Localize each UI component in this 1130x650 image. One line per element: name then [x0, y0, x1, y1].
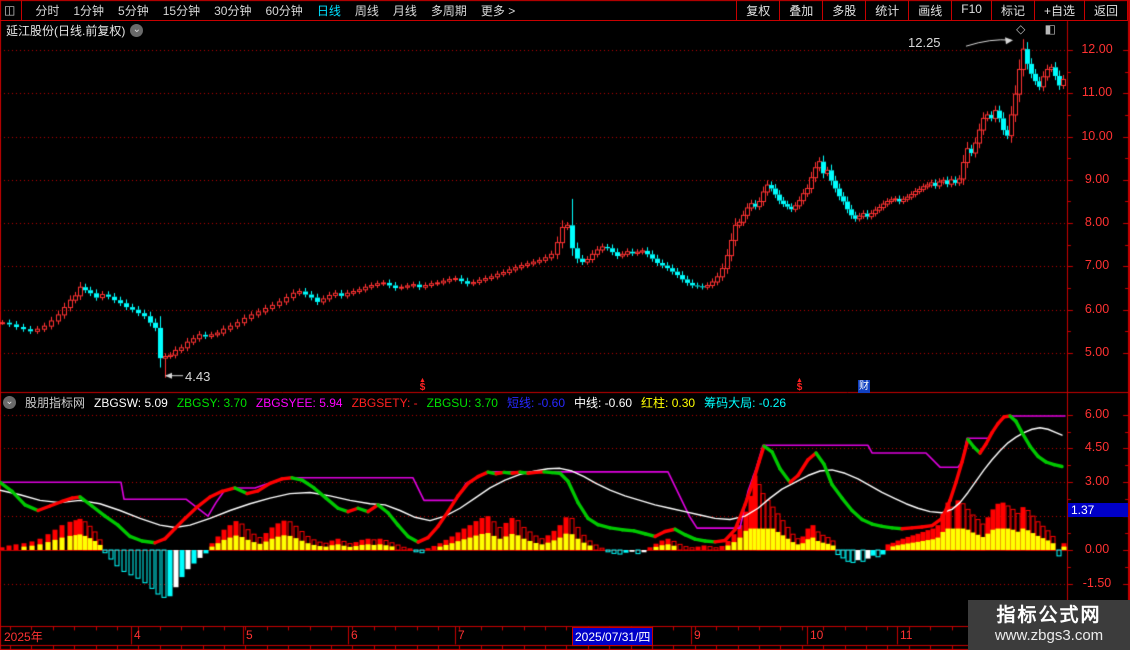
- price-axis-label: 6.00: [1084, 301, 1110, 316]
- price-axis-label: 12.00: [1081, 42, 1113, 56]
- indicator-value: 中线: -0.60: [574, 396, 633, 410]
- indicator-axis-label: 6.00: [1084, 406, 1110, 421]
- indicator-value: 短线: -0.60: [506, 396, 566, 410]
- indicator-value: 红柱: 0.30: [641, 396, 696, 410]
- watermark-title: 指标公式网: [996, 605, 1102, 626]
- indicator-axis-label: -1.50: [1082, 575, 1112, 590]
- date-axis-label: 10: [810, 628, 824, 642]
- chart-title-bar: 延江股份(日线.前复权) ⌄: [6, 22, 144, 39]
- layout-icon[interactable]: ◫: [0, 3, 21, 17]
- date-axis: 2025年 4 5 6 7 2025/07/31/四 9 10 11: [0, 627, 968, 646]
- period-tab-15分钟[interactable]: 15分钟: [156, 2, 207, 19]
- price-axis-label: 8.00: [1084, 215, 1110, 230]
- indicator-axis-label: 3.00: [1084, 474, 1110, 489]
- selected-date-label: 2025/07/31/四: [572, 627, 654, 646]
- watermark-box: 指标公式网 www.zbgs3.com: [968, 600, 1130, 650]
- collapse-icon[interactable]: ⌄: [3, 396, 16, 409]
- period-tab-5分钟[interactable]: 5分钟: [111, 2, 156, 19]
- indicator-axis-label: 4.50: [1084, 440, 1110, 455]
- indicator-value: ZBGSU: 3.70: [426, 395, 498, 410]
- price-axis-label: 10.00: [1081, 128, 1113, 143]
- period-menu: 分时 1分钟 5分钟 15分钟 30分钟 60分钟 日线 周线 月线 多周期 更多 ˃: [21, 0, 522, 20]
- date-axis-label: 2025年: [4, 630, 43, 644]
- menu-叠加[interactable]: 叠加: [780, 0, 824, 20]
- menu-+自选[interactable]: +自选: [1035, 0, 1085, 20]
- menu-F10[interactable]: F10: [952, 0, 992, 20]
- menu-标记[interactable]: 标记: [992, 0, 1035, 20]
- low-price-annotation: 4.43: [185, 368, 211, 384]
- price-axis-label: 9.00: [1084, 171, 1110, 186]
- menu-返回[interactable]: 返回: [1085, 0, 1128, 20]
- indicator-brand: 股朋指标网: [25, 396, 86, 410]
- period-tab-多周期[interactable]: 多周期: [424, 2, 474, 19]
- indicator-value: ZBGSW: 5.09: [94, 395, 168, 410]
- period-tab-周线[interactable]: 周线: [348, 2, 386, 19]
- chevron-down-icon[interactable]: ⌄: [130, 24, 144, 37]
- price-axis-label: 5.00: [1084, 344, 1110, 359]
- chart-canvas[interactable]: [0, 0, 1130, 650]
- period-tab-月线[interactable]: 月线: [386, 2, 424, 19]
- watermark-url: www.zbgs3.com: [994, 627, 1104, 644]
- menu-画线[interactable]: 画线: [909, 0, 953, 20]
- latest-value-tag: 1.37: [1068, 503, 1128, 518]
- price-axis-label: 11.00: [1081, 85, 1113, 100]
- top-menu-bar: ◫ 分时 1分钟 5分钟 15分钟 30分钟 60分钟 日线 周线 月线 多周期 更多 ˃ 复权 叠加…: [0, 0, 1128, 21]
- menu-多股[interactable]: 多股: [823, 0, 867, 20]
- indicator-value: 筹码大局: -0.26: [704, 396, 787, 410]
- menu-复权[interactable]: 复权: [737, 0, 781, 20]
- high-price-annotation: 12.25: [908, 35, 941, 51]
- period-tab-1分钟[interactable]: 1分钟: [66, 2, 111, 19]
- period-tab-更多 ˃[interactable]: 更多 ˃: [474, 2, 522, 19]
- date-axis-label: 7: [458, 628, 465, 642]
- period-tab-分时[interactable]: 分时: [28, 2, 66, 19]
- date-axis-label: 11: [900, 628, 913, 642]
- period-tab-30分钟[interactable]: 30分钟: [207, 2, 258, 19]
- indicator-value: ZBGSETY: -: [351, 395, 418, 410]
- app-window: ◫ 分时 1分钟 5分钟 15分钟 30分钟 60分钟 日线 周线 月线 多周期 更多 ˃ 复权 叠加…: [0, 0, 1130, 650]
- date-axis-label: 9: [694, 628, 701, 642]
- price-axis-label: 7.00: [1084, 258, 1110, 273]
- menu-统计[interactable]: 统计: [866, 0, 910, 20]
- indicator-value: ZBGSYEE: 5.94: [255, 395, 343, 410]
- stock-title: 延江股份(日线.前复权): [6, 24, 126, 38]
- date-axis-label: 4: [134, 628, 141, 642]
- indicator-header: ⌄ 股朋指标网 ZBGSW: 5.09 ZBGSY: 3.70 ZBGSYEE: 5…: [3, 394, 786, 411]
- money-flag-marker[interactable]: ▲ $: [796, 377, 803, 393]
- date-axis-label: 6: [351, 628, 358, 642]
- indicator-value: ZBGSY: 3.70: [176, 395, 247, 410]
- chart-corner-icons[interactable]: ◇ ◧: [1016, 22, 1064, 36]
- indicator-axis-label: 0.00: [1084, 542, 1110, 556]
- period-tab-60分钟[interactable]: 60分钟: [258, 2, 309, 19]
- tool-menu: 复权 叠加 多股 统计 画线 F10 标记 +自选 返回: [736, 0, 1128, 20]
- news-flag-marker[interactable]: 财: [858, 380, 870, 393]
- money-flag-marker[interactable]: ▲ $: [419, 377, 426, 393]
- date-axis-label: 5: [246, 628, 253, 642]
- period-tab-日线[interactable]: 日线: [310, 2, 348, 19]
